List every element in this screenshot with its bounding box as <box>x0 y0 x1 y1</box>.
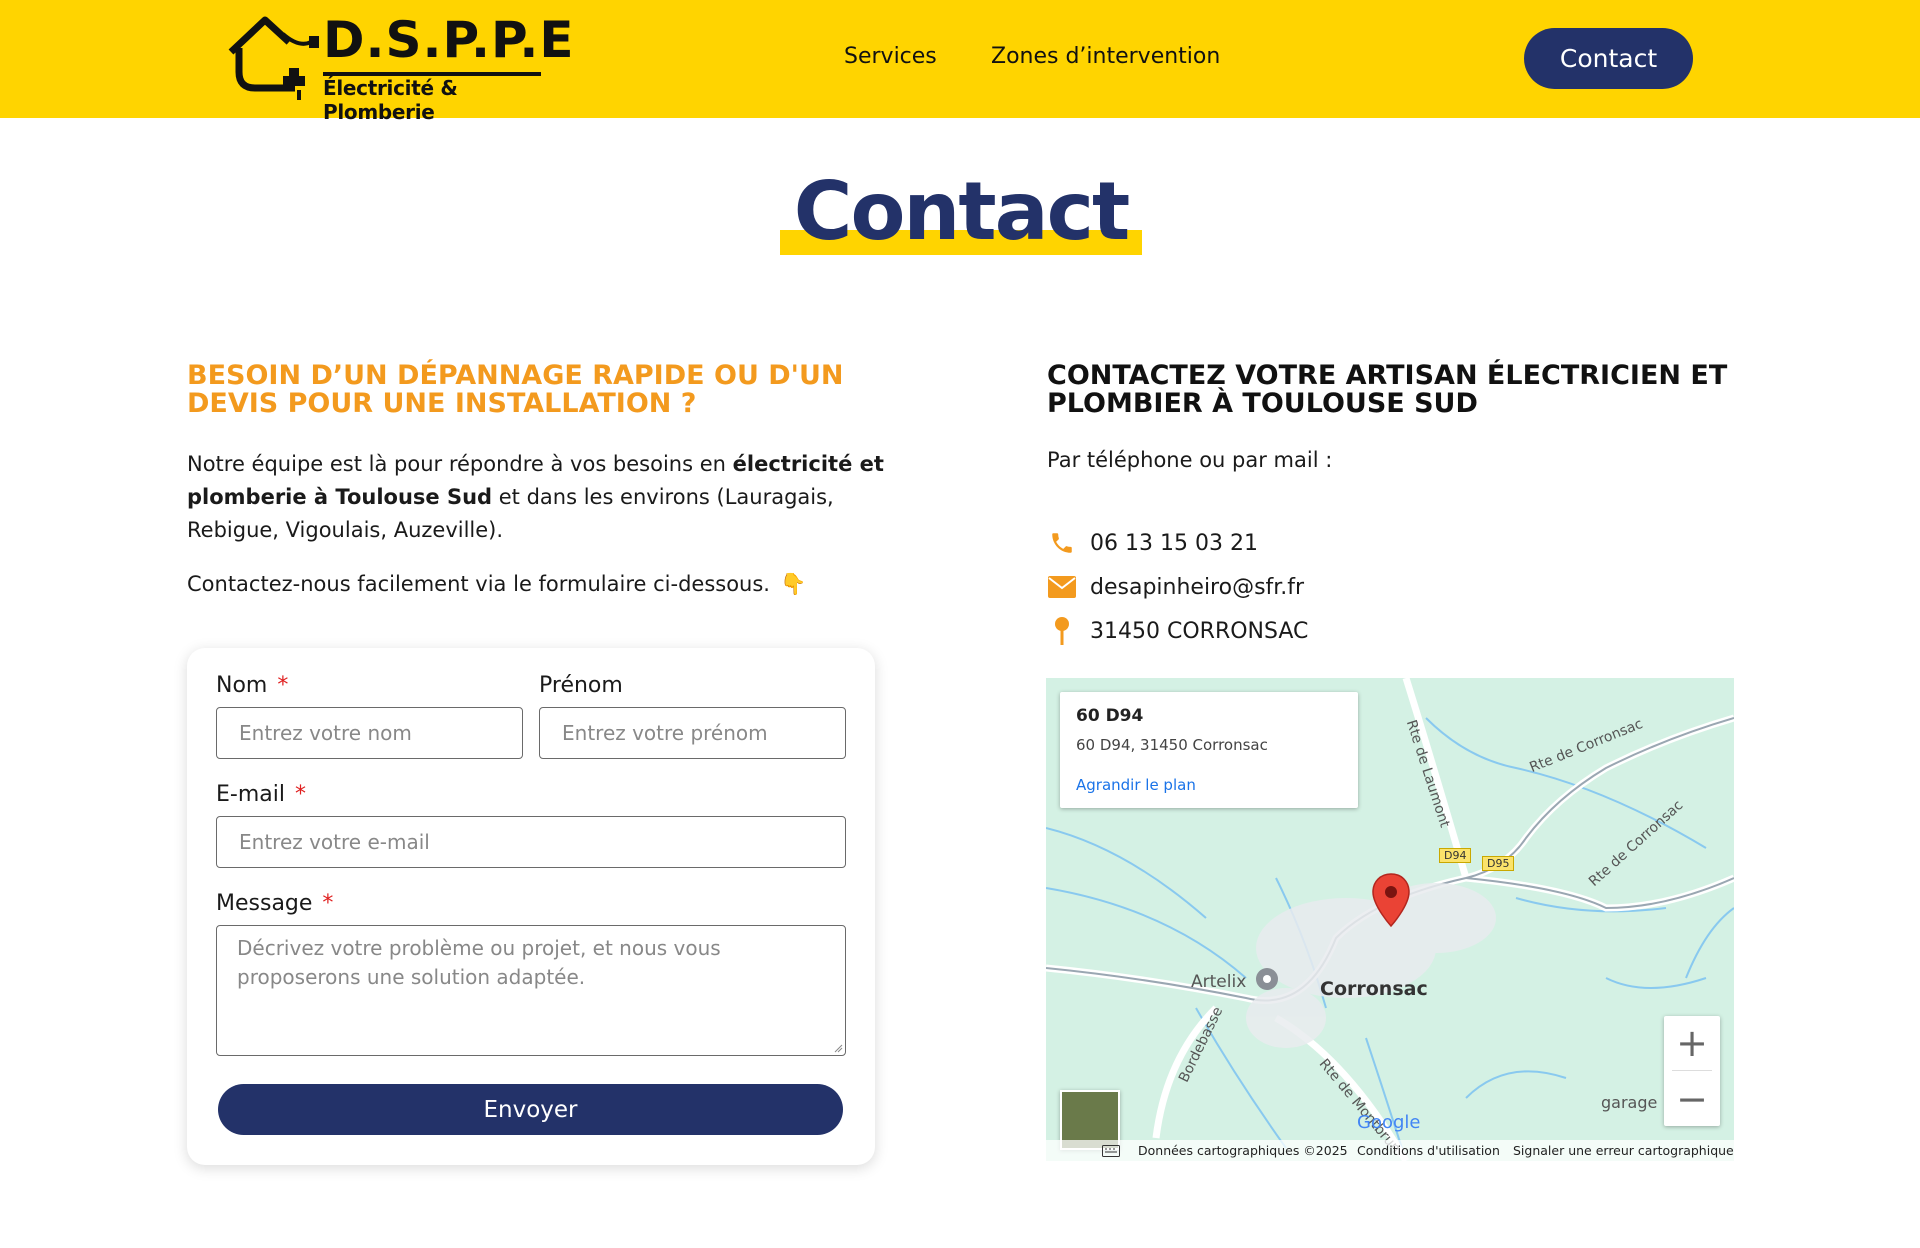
road-badge-d95: D95 <box>1482 856 1515 871</box>
nom-label-text: Nom <box>216 673 268 698</box>
email-address[interactable]: desapinheiro@sfr.fr <box>1090 575 1304 600</box>
nom-label: Nom * <box>216 673 288 698</box>
keyboard-icon[interactable] <box>1102 1145 1120 1157</box>
map-label-corronsac: Corronsac <box>1320 978 1428 1000</box>
logo-subtitle: Électricité & Plomberie <box>323 76 458 124</box>
map-label-artelix: Artelix <box>1191 972 1247 992</box>
message-placeholder: Décrivez votre problème ou projet, et no… <box>237 936 721 989</box>
map-attribution: Données cartographiques ©2025 Conditions… <box>1046 1140 1734 1161</box>
resize-handle-icon[interactable] <box>833 1043 843 1053</box>
contact-form: Nom * Entrez votre nom Prénom Entrez votr… <box>187 648 875 1165</box>
enlarge-map-link[interactable]: Agrandir le plan <box>1076 776 1196 794</box>
left-heading: BESOIN D’UN DÉPANNAGE RAPIDE OU D'UN DEV… <box>187 360 844 419</box>
map-card-address: 60 D94, 31450 Corronsac <box>1076 736 1268 754</box>
nom-input[interactable]: Entrez votre nom <box>216 707 523 759</box>
form-invite-text: Contactez-nous facilement via le formula… <box>187 572 770 596</box>
zoom-separator <box>1672 1070 1712 1071</box>
pin-icon <box>1047 616 1077 646</box>
page-title: Contact <box>793 165 1131 258</box>
envelope-icon <box>1047 572 1077 602</box>
send-button[interactable]: Envoyer <box>218 1084 843 1135</box>
google-map[interactable]: Corronsac Artelix Rte de Laumont Rte de … <box>1046 678 1734 1161</box>
zoom-controls: + − <box>1664 1016 1720 1126</box>
zoom-in-button[interactable]: + <box>1664 1016 1720 1070</box>
house-plumbing-icon <box>228 16 319 100</box>
email-input[interactable]: Entrez votre e-mail <box>216 816 846 868</box>
map-data-attribution[interactable]: Données cartographiques ©2025 <box>1138 1143 1348 1158</box>
map-info-card: 60 D94 60 D94, 31450 Corronsac Agrandir … <box>1060 692 1358 808</box>
phone-number[interactable]: 06 13 15 03 21 <box>1090 531 1258 556</box>
postal-address: 31450 CORRONSAC <box>1090 618 1309 644</box>
contact-intro: Par téléphone ou par mail : <box>1047 448 1333 472</box>
pointing-down-icon: 👇 <box>779 572 807 596</box>
zoom-out-button[interactable]: − <box>1664 1072 1720 1126</box>
phone-row[interactable]: 06 13 15 03 21 <box>1047 528 1258 558</box>
site-header: D.S.P.P.E Électricité & Plomberie Servic… <box>0 0 1920 124</box>
road-badge-d94: D94 <box>1439 848 1472 863</box>
message-label: Message * <box>216 891 333 916</box>
location-marker-icon[interactable] <box>1371 872 1411 928</box>
email-label: E-mail * <box>216 782 306 807</box>
intro-paragraph: Notre équipe est là pour répondre à vos … <box>187 448 907 547</box>
email-label-text: E-mail <box>216 782 285 807</box>
right-heading: CONTACTEZ VOTRE ARTISAN ÉLECTRICIEN ET P… <box>1047 360 1728 419</box>
map-report-link[interactable]: Signaler une erreur cartographique <box>1513 1143 1734 1158</box>
nav-zones-intervention[interactable]: Zones d’intervention <box>991 44 1220 69</box>
logo-title: D.S.P.P.E <box>323 11 575 69</box>
required-mark: * <box>294 782 306 807</box>
prenom-label: Prénom <box>539 673 623 698</box>
google-logo: Google <box>1357 1112 1421 1133</box>
message-textarea[interactable]: Décrivez votre problème ou projet, et no… <box>216 925 846 1056</box>
page-title-block: Contact <box>780 168 1142 258</box>
phone-icon <box>1047 528 1077 558</box>
prenom-input[interactable]: Entrez votre prénom <box>539 707 846 759</box>
form-invite-paragraph: Contactez-nous facilement via le formula… <box>187 568 907 601</box>
required-mark: * <box>322 891 334 916</box>
nav-services[interactable]: Services <box>844 44 937 69</box>
logo[interactable]: D.S.P.P.E Électricité & Plomberie <box>225 8 574 124</box>
para-text: Notre équipe est là pour répondre à vos … <box>187 452 733 476</box>
map-label-garage: garage <box>1601 1093 1658 1112</box>
email-row[interactable]: desapinheiro@sfr.fr <box>1047 572 1304 602</box>
map-terms-link[interactable]: Conditions d'utilisation <box>1357 1143 1500 1158</box>
map-card-title: 60 D94 <box>1076 706 1144 726</box>
required-mark: * <box>277 673 289 698</box>
header-contact-button[interactable]: Contact <box>1524 28 1693 89</box>
message-label-text: Message <box>216 891 313 916</box>
address-row: 31450 CORRONSAC <box>1047 616 1308 646</box>
